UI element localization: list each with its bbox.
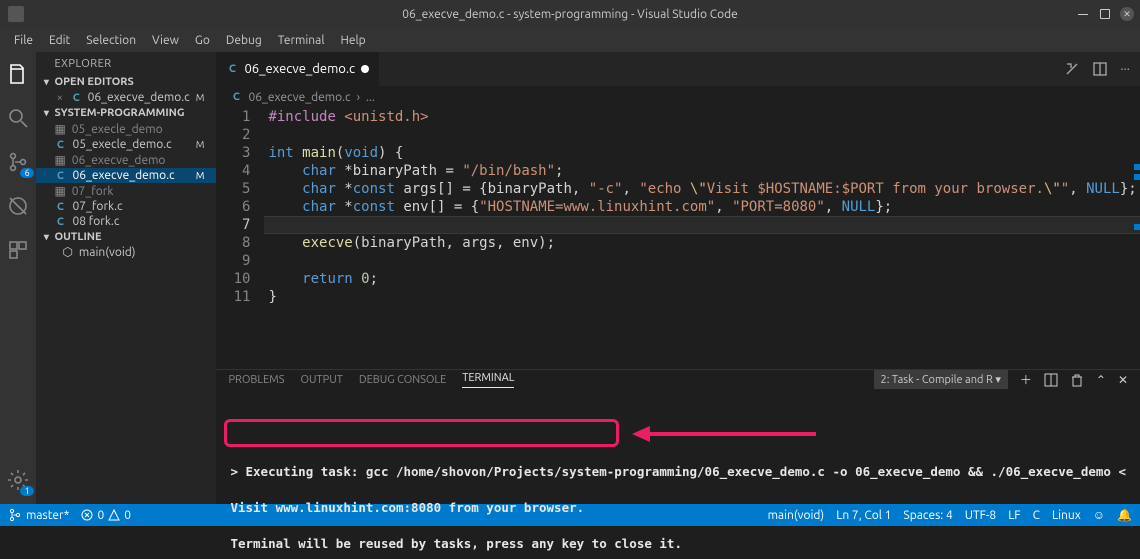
gear-icon[interactable]: 1	[4, 466, 32, 494]
terminal[interactable]: > Executing task: gcc /home/shovon/Proje…	[216, 389, 1140, 559]
maximize-icon[interactable]	[1098, 7, 1112, 21]
chevron-down-icon: ▾	[40, 231, 52, 243]
split-terminal-icon[interactable]	[1044, 373, 1058, 387]
tab-bar: C 06_execve_demo.c ···	[216, 52, 1140, 86]
open-editor-item[interactable]: ×C06_execve_demo.cM	[36, 90, 216, 105]
terminal-line: Terminal will be reused by tasks, press …	[230, 535, 1126, 553]
menu-file[interactable]: File	[6, 31, 41, 50]
file-item[interactable]: C06_execve_demo.cM	[36, 168, 216, 183]
tab-terminal[interactable]: TERMINAL	[462, 372, 514, 388]
folder-icon: ▦	[54, 122, 65, 136]
c-file-icon: C	[54, 216, 66, 228]
panel-close-icon[interactable]: ✕	[1118, 373, 1128, 387]
extensions-icon[interactable]	[4, 236, 32, 264]
sidebar-title: EXPLORER	[36, 52, 216, 74]
terminal-line: > Executing task: gcc /home/shovon/Proje…	[230, 463, 1126, 481]
annotation-arrow	[626, 419, 826, 449]
terminal-select[interactable]: 2: Task - Compile and R ▾	[874, 370, 1008, 389]
tab-output[interactable]: OUTPUT	[300, 374, 342, 386]
menu-selection[interactable]: Selection	[78, 31, 144, 50]
panel-maximize-icon[interactable]: ⌃	[1096, 373, 1106, 387]
file-item[interactable]: C08 fork.c	[36, 214, 216, 229]
tab-file[interactable]: C 06_execve_demo.c	[216, 52, 380, 86]
terminal-line: Visit www.linuxhint.com:8080 from your b…	[230, 499, 1126, 517]
sidebar: EXPLORER ▾OPEN EDITORS × C06_execve_demo.…	[36, 52, 216, 504]
file-item[interactable]: C07_fork.c	[36, 199, 216, 214]
minimize-icon[interactable]	[1076, 7, 1090, 21]
c-file-icon: C	[71, 92, 82, 104]
folder-header[interactable]: ▾SYSTEM-PROGRAMMING	[36, 105, 216, 121]
menubar: FileEditSelectionViewGoDebugTerminalHelp	[0, 28, 1140, 52]
split-compare-icon[interactable]	[1064, 61, 1080, 77]
tab-debug-console[interactable]: DEBUG CONSOLE	[359, 374, 446, 386]
chevron-down-icon: ▾	[40, 107, 52, 119]
debug-icon[interactable]	[4, 192, 32, 220]
menu-terminal[interactable]: Terminal	[270, 31, 333, 50]
more-icon[interactable]: ···	[1120, 62, 1130, 76]
close-icon[interactable]	[1120, 7, 1134, 21]
c-file-icon: C	[54, 139, 66, 151]
menu-help[interactable]: Help	[332, 31, 373, 50]
settings-badge: 1	[20, 486, 34, 496]
c-file-icon: C	[230, 91, 242, 103]
activity-bar: 6 1	[0, 52, 36, 504]
file-item[interactable]: ▦06_execve_demo	[36, 152, 216, 168]
search-icon[interactable]	[4, 104, 32, 132]
file-item[interactable]: ▦05_execle_demo	[36, 121, 216, 137]
tab-problems[interactable]: PROBLEMS	[228, 374, 284, 386]
annotation-highlight	[224, 419, 619, 447]
titlebar: 06_execve_demo.c - system-programming - …	[0, 0, 1140, 28]
chevron-right-icon: ›	[357, 91, 360, 104]
explorer-icon[interactable]	[4, 60, 32, 88]
outline-item[interactable]: ⬡main(void)	[36, 245, 216, 259]
menu-go[interactable]: Go	[187, 31, 218, 50]
kill-terminal-icon[interactable]	[1070, 373, 1084, 387]
terminal-line	[230, 481, 1126, 499]
file-item[interactable]: C05_execle_demo.cM	[36, 137, 216, 152]
outline-header[interactable]: ▾OUTLINE	[36, 229, 216, 245]
symbol-icon: ⬡	[62, 245, 72, 259]
close-icon[interactable]: ×	[54, 92, 65, 104]
open-editors-header[interactable]: ▾OPEN EDITORS	[36, 74, 216, 90]
sb-branch[interactable]: master*	[8, 508, 69, 522]
scm-badge: 6	[20, 168, 34, 178]
new-terminal-icon[interactable]: ＋	[1020, 371, 1032, 388]
breadcrumb[interactable]: C 06_execve_demo.c › ...	[216, 86, 1140, 108]
sb-errors[interactable]: 0 0	[81, 509, 131, 522]
menu-debug[interactable]: Debug	[218, 31, 270, 50]
dirty-indicator-icon	[361, 65, 369, 73]
panel: PROBLEMS OUTPUT DEBUG CONSOLE TERMINAL 2…	[216, 369, 1140, 504]
c-file-icon: C	[54, 170, 66, 182]
editor: C 06_execve_demo.c ··· C 06_execve_demo.…	[216, 52, 1140, 504]
scm-icon[interactable]: 6	[4, 148, 32, 176]
c-file-icon: C	[54, 201, 66, 213]
split-editor-icon[interactable]	[1092, 61, 1108, 77]
tab-label: 06_execve_demo.c	[244, 62, 355, 76]
terminal-line	[230, 517, 1126, 535]
folder-icon: ▦	[54, 153, 65, 167]
folder-icon: ▦	[54, 184, 65, 198]
overview-ruler	[1134, 164, 1140, 369]
c-file-icon: C	[226, 63, 238, 75]
file-item[interactable]: ▦07_fork	[36, 183, 216, 199]
code-area[interactable]: 1234567891011 #include <unistd.h> int ma…	[216, 108, 1140, 369]
menu-view[interactable]: View	[144, 31, 187, 50]
window-title: 06_execve_demo.c - system-programming - …	[402, 8, 738, 21]
app-icon	[8, 6, 24, 22]
menu-edit[interactable]: Edit	[41, 31, 78, 50]
chevron-down-icon: ▾	[40, 76, 52, 88]
